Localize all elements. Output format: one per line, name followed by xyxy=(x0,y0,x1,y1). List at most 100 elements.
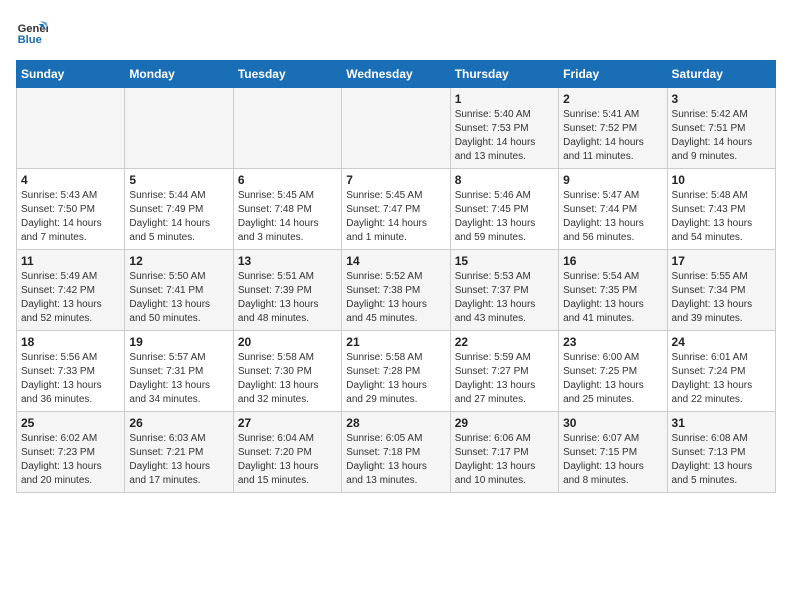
day-number: 4 xyxy=(21,173,120,187)
day-info: Sunrise: 6:03 AMSunset: 7:21 PMDaylight:… xyxy=(129,432,228,488)
day-number: 22 xyxy=(455,335,554,349)
day-number: 6 xyxy=(238,173,337,187)
calendar-cell: 15 Sunrise: 5:53 AMSunset: 7:37 PMDayligh… xyxy=(450,250,558,331)
weekday-header-friday: Friday xyxy=(559,61,667,88)
calendar-cell: 2 Sunrise: 5:41 AMSunset: 7:52 PMDaylight… xyxy=(559,88,667,169)
calendar-cell xyxy=(125,88,233,169)
calendar-cell: 25 Sunrise: 6:02 AMSunset: 7:23 PMDayligh… xyxy=(17,412,125,493)
page-header: General Blue xyxy=(16,16,776,48)
day-number: 5 xyxy=(129,173,228,187)
day-number: 15 xyxy=(455,254,554,268)
day-number: 1 xyxy=(455,92,554,106)
day-info: Sunrise: 5:47 AMSunset: 7:44 PMDaylight:… xyxy=(563,189,662,245)
calendar-cell: 10 Sunrise: 5:48 AMSunset: 7:43 PMDayligh… xyxy=(667,169,775,250)
day-number: 30 xyxy=(563,416,662,430)
calendar-cell: 22 Sunrise: 5:59 AMSunset: 7:27 PMDayligh… xyxy=(450,331,558,412)
day-number: 25 xyxy=(21,416,120,430)
day-info: Sunrise: 5:53 AMSunset: 7:37 PMDaylight:… xyxy=(455,270,554,326)
day-number: 23 xyxy=(563,335,662,349)
day-number: 11 xyxy=(21,254,120,268)
day-number: 10 xyxy=(672,173,771,187)
weekday-header-thursday: Thursday xyxy=(450,61,558,88)
calendar-cell: 30 Sunrise: 6:07 AMSunset: 7:15 PMDayligh… xyxy=(559,412,667,493)
day-info: Sunrise: 5:56 AMSunset: 7:33 PMDaylight:… xyxy=(21,351,120,407)
calendar-cell: 18 Sunrise: 5:56 AMSunset: 7:33 PMDayligh… xyxy=(17,331,125,412)
day-number: 26 xyxy=(129,416,228,430)
day-number: 14 xyxy=(346,254,445,268)
day-info: Sunrise: 6:01 AMSunset: 7:24 PMDaylight:… xyxy=(672,351,771,407)
calendar-cell: 11 Sunrise: 5:49 AMSunset: 7:42 PMDayligh… xyxy=(17,250,125,331)
calendar-cell: 14Sunrise: 5:52 AMSunset: 7:38 PMDayligh… xyxy=(342,250,450,331)
calendar-cell: 27Sunrise: 6:04 AMSunset: 7:20 PMDayligh… xyxy=(233,412,341,493)
calendar-table: SundayMondayTuesdayWednesdayThursdayFrid… xyxy=(16,60,776,493)
day-info: Sunrise: 5:45 AMSunset: 7:48 PMDaylight:… xyxy=(238,189,337,245)
calendar-week-2: 4 Sunrise: 5:43 AMSunset: 7:50 PMDaylight… xyxy=(17,169,776,250)
calendar-cell: 29 Sunrise: 6:06 AMSunset: 7:17 PMDayligh… xyxy=(450,412,558,493)
day-number: 18 xyxy=(21,335,120,349)
day-number: 8 xyxy=(455,173,554,187)
calendar-week-4: 18 Sunrise: 5:56 AMSunset: 7:33 PMDayligh… xyxy=(17,331,776,412)
calendar-cell: 23 Sunrise: 6:00 AMSunset: 7:25 PMDayligh… xyxy=(559,331,667,412)
day-info: Sunrise: 5:42 AMSunset: 7:51 PMDaylight:… xyxy=(672,108,771,164)
calendar-cell: 7Sunrise: 5:45 AMSunset: 7:47 PMDaylight… xyxy=(342,169,450,250)
day-info: Sunrise: 5:55 AMSunset: 7:34 PMDaylight:… xyxy=(672,270,771,326)
day-info: Sunrise: 6:08 AMSunset: 7:13 PMDaylight:… xyxy=(672,432,771,488)
day-info: Sunrise: 5:59 AMSunset: 7:27 PMDaylight:… xyxy=(455,351,554,407)
calendar-cell: 20 Sunrise: 5:58 AMSunset: 7:30 PMDayligh… xyxy=(233,331,341,412)
day-number: 2 xyxy=(563,92,662,106)
calendar-cell: 19Sunrise: 5:57 AMSunset: 7:31 PMDayligh… xyxy=(125,331,233,412)
day-number: 16 xyxy=(563,254,662,268)
calendar-week-3: 11 Sunrise: 5:49 AMSunset: 7:42 PMDayligh… xyxy=(17,250,776,331)
day-number: 29 xyxy=(455,416,554,430)
weekday-row: SundayMondayTuesdayWednesdayThursdayFrid… xyxy=(17,61,776,88)
day-number: 3 xyxy=(672,92,771,106)
day-number: 20 xyxy=(238,335,337,349)
calendar-cell: 21 Sunrise: 5:58 AMSunset: 7:28 PMDayligh… xyxy=(342,331,450,412)
calendar-cell: 6 Sunrise: 5:45 AMSunset: 7:48 PMDaylight… xyxy=(233,169,341,250)
day-info: Sunrise: 5:51 AMSunset: 7:39 PMDaylight:… xyxy=(238,270,337,326)
calendar-body: 1 Sunrise: 5:40 AMSunset: 7:53 PMDaylight… xyxy=(17,88,776,493)
day-info: Sunrise: 5:48 AMSunset: 7:43 PMDaylight:… xyxy=(672,189,771,245)
calendar-week-1: 1 Sunrise: 5:40 AMSunset: 7:53 PMDaylight… xyxy=(17,88,776,169)
calendar-cell xyxy=(17,88,125,169)
day-info: Sunrise: 5:49 AMSunset: 7:42 PMDaylight:… xyxy=(21,270,120,326)
day-info: Sunrise: 6:02 AMSunset: 7:23 PMDaylight:… xyxy=(21,432,120,488)
day-info: Sunrise: 5:44 AMSunset: 7:49 PMDaylight:… xyxy=(129,189,228,245)
day-info: Sunrise: 5:43 AMSunset: 7:50 PMDaylight:… xyxy=(21,189,120,245)
day-info: Sunrise: 5:58 AMSunset: 7:30 PMDaylight:… xyxy=(238,351,337,407)
day-info: Sunrise: 5:50 AMSunset: 7:41 PMDaylight:… xyxy=(129,270,228,326)
weekday-header-saturday: Saturday xyxy=(667,61,775,88)
day-info: Sunrise: 5:58 AMSunset: 7:28 PMDaylight:… xyxy=(346,351,445,407)
day-info: Sunrise: 6:04 AMSunset: 7:20 PMDaylight:… xyxy=(238,432,337,488)
weekday-header-monday: Monday xyxy=(125,61,233,88)
day-number: 24 xyxy=(672,335,771,349)
calendar-cell: 3 Sunrise: 5:42 AMSunset: 7:51 PMDaylight… xyxy=(667,88,775,169)
calendar-cell: 9Sunrise: 5:47 AMSunset: 7:44 PMDaylight… xyxy=(559,169,667,250)
day-number: 28 xyxy=(346,416,445,430)
logo: General Blue xyxy=(16,16,52,48)
day-number: 31 xyxy=(672,416,771,430)
calendar-cell xyxy=(342,88,450,169)
calendar-cell: 8 Sunrise: 5:46 AMSunset: 7:45 PMDaylight… xyxy=(450,169,558,250)
weekday-header-wednesday: Wednesday xyxy=(342,61,450,88)
svg-text:Blue: Blue xyxy=(18,34,42,46)
day-info: Sunrise: 5:41 AMSunset: 7:52 PMDaylight:… xyxy=(563,108,662,164)
day-info: Sunrise: 5:54 AMSunset: 7:35 PMDaylight:… xyxy=(563,270,662,326)
day-number: 21 xyxy=(346,335,445,349)
calendar-cell xyxy=(233,88,341,169)
calendar-cell: 4 Sunrise: 5:43 AMSunset: 7:50 PMDaylight… xyxy=(17,169,125,250)
day-info: Sunrise: 6:07 AMSunset: 7:15 PMDaylight:… xyxy=(563,432,662,488)
calendar-cell: 31 Sunrise: 6:08 AMSunset: 7:13 PMDayligh… xyxy=(667,412,775,493)
calendar-cell: 24 Sunrise: 6:01 AMSunset: 7:24 PMDayligh… xyxy=(667,331,775,412)
day-info: Sunrise: 6:06 AMSunset: 7:17 PMDaylight:… xyxy=(455,432,554,488)
day-number: 12 xyxy=(129,254,228,268)
day-info: Sunrise: 5:46 AMSunset: 7:45 PMDaylight:… xyxy=(455,189,554,245)
calendar-cell: 1 Sunrise: 5:40 AMSunset: 7:53 PMDaylight… xyxy=(450,88,558,169)
calendar-cell: 17 Sunrise: 5:55 AMSunset: 7:34 PMDayligh… xyxy=(667,250,775,331)
day-info: Sunrise: 5:40 AMSunset: 7:53 PMDaylight:… xyxy=(455,108,554,164)
calendar-header: SundayMondayTuesdayWednesdayThursdayFrid… xyxy=(17,61,776,88)
day-number: 17 xyxy=(672,254,771,268)
day-info: Sunrise: 6:05 AMSunset: 7:18 PMDaylight:… xyxy=(346,432,445,488)
day-info: Sunrise: 6:00 AMSunset: 7:25 PMDaylight:… xyxy=(563,351,662,407)
day-number: 19 xyxy=(129,335,228,349)
